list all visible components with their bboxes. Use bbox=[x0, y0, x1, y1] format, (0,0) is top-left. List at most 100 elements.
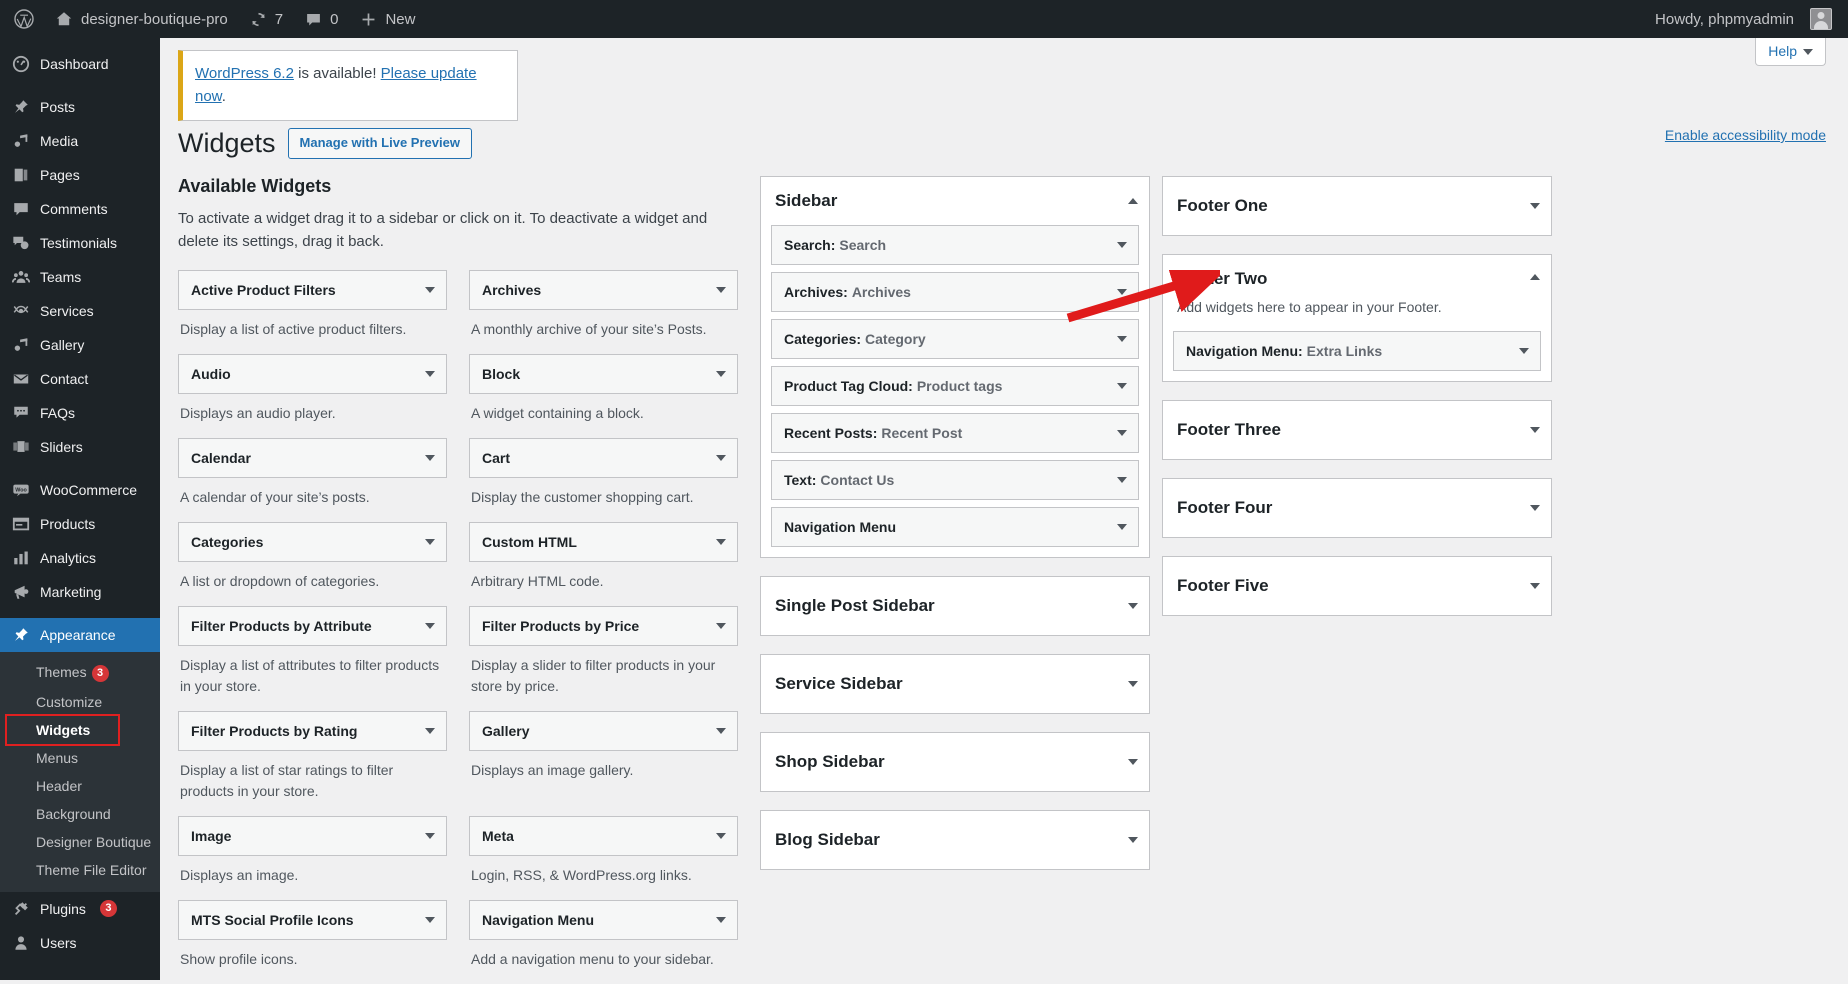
assigned-widget[interactable]: Text: Contact Us bbox=[771, 460, 1139, 501]
widget-area-header[interactable]: Footer Four bbox=[1163, 479, 1551, 537]
available-widget[interactable]: Audio bbox=[178, 353, 447, 394]
available-widget[interactable]: Active Product Filters bbox=[178, 269, 447, 310]
widget-area-header[interactable]: Footer Five bbox=[1163, 557, 1551, 615]
chevron-down-icon[interactable] bbox=[716, 370, 726, 377]
chevron-down-icon[interactable] bbox=[716, 622, 726, 629]
chevron-down-icon[interactable] bbox=[1117, 477, 1127, 484]
chevron-down-icon[interactable] bbox=[716, 727, 726, 734]
available-widget[interactable]: Block bbox=[469, 353, 738, 394]
available-widget[interactable]: MTS Social Profile Icons bbox=[178, 899, 447, 940]
chevron-down-icon[interactable] bbox=[716, 286, 726, 293]
updates-button[interactable]: 7 bbox=[239, 0, 294, 38]
sidebar-item-dashboard[interactable]: Dashboard bbox=[0, 47, 160, 81]
assigned-widget[interactable]: Categories: Category bbox=[771, 319, 1139, 360]
widget-area-header[interactable]: Footer Three bbox=[1163, 401, 1551, 459]
enable-accessibility-mode-link[interactable]: Enable accessibility mode bbox=[1665, 127, 1826, 143]
sidebar-item-header[interactable]: Header bbox=[0, 772, 160, 800]
available-widget[interactable]: Meta bbox=[469, 815, 738, 856]
widget-area-header[interactable]: Service Sidebar bbox=[761, 655, 1149, 713]
widget-area-header[interactable]: Shop Sidebar bbox=[761, 733, 1149, 791]
sidebar-item-services[interactable]: Services bbox=[0, 294, 160, 328]
available-widget[interactable]: Cart bbox=[469, 437, 738, 478]
assigned-widget[interactable]: Search: Search bbox=[771, 225, 1139, 266]
available-widget[interactable]: Gallery bbox=[469, 710, 738, 751]
sidebar-item-woocommerce[interactable]: Woo WooCommerce bbox=[0, 473, 160, 507]
chevron-up-icon[interactable] bbox=[1128, 198, 1138, 205]
available-widget[interactable]: Archives bbox=[469, 269, 738, 310]
sidebar-item-background[interactable]: Background bbox=[0, 800, 160, 828]
sidebar-item-media[interactable]: Media bbox=[0, 124, 160, 158]
chevron-down-icon[interactable] bbox=[425, 538, 435, 545]
sidebar-item-plugins[interactable]: Plugins 3 bbox=[0, 892, 160, 926]
chevron-down-icon[interactable] bbox=[716, 454, 726, 461]
new-content-button[interactable]: New bbox=[349, 0, 426, 38]
chevron-down-icon[interactable] bbox=[1519, 348, 1529, 355]
available-widget[interactable]: Image bbox=[178, 815, 447, 856]
chevron-down-icon[interactable] bbox=[716, 832, 726, 839]
available-widget[interactable]: Navigation Menu bbox=[469, 899, 738, 940]
chevron-down-icon[interactable] bbox=[425, 832, 435, 839]
available-widget[interactable]: Calendar bbox=[178, 437, 447, 478]
manage-with-live-preview-button[interactable]: Manage with Live Preview bbox=[287, 128, 472, 159]
chevron-down-icon[interactable] bbox=[1117, 242, 1127, 249]
chevron-down-icon[interactable] bbox=[1530, 583, 1540, 590]
chevron-down-icon[interactable] bbox=[1128, 603, 1138, 610]
sidebar-item-comments[interactable]: Comments bbox=[0, 192, 160, 226]
sidebar-item-users[interactable]: Users bbox=[0, 926, 160, 960]
widget-area-header[interactable]: Footer One bbox=[1163, 177, 1551, 235]
chevron-down-icon[interactable] bbox=[1128, 759, 1138, 766]
available-widget[interactable]: Filter Products by Price bbox=[469, 605, 738, 646]
chevron-up-icon[interactable] bbox=[1530, 274, 1540, 281]
sidebar-item-widgets[interactable]: Widgets bbox=[0, 713, 160, 746]
wordpress-logo-button[interactable] bbox=[0, 0, 44, 38]
sidebar-item-designer-boutique[interactable]: Designer Boutique bbox=[0, 828, 160, 856]
chevron-down-icon[interactable] bbox=[1117, 336, 1127, 343]
chevron-down-icon[interactable] bbox=[1117, 289, 1127, 296]
sidebar-item-sliders[interactable]: Sliders bbox=[0, 430, 160, 464]
comments-button[interactable]: 0 bbox=[294, 0, 349, 38]
sidebar-item-products[interactable]: Products bbox=[0, 507, 160, 541]
chevron-down-icon[interactable] bbox=[1117, 383, 1127, 390]
wordpress-version-link[interactable]: WordPress 6.2 bbox=[195, 65, 294, 82]
assigned-widget[interactable]: Navigation Menu: Extra Links bbox=[1173, 331, 1541, 372]
chevron-down-icon[interactable] bbox=[425, 370, 435, 377]
help-tab-button[interactable]: Help bbox=[1755, 38, 1826, 66]
sidebar-item-faqs[interactable]: FAQs bbox=[0, 396, 160, 430]
chevron-down-icon[interactable] bbox=[1117, 430, 1127, 437]
widget-area-header[interactable]: Single Post Sidebar bbox=[761, 577, 1149, 635]
sidebar-item-theme-file-editor[interactable]: Theme File Editor bbox=[0, 856, 160, 884]
available-widget[interactable]: Custom HTML bbox=[469, 521, 738, 562]
chevron-down-icon[interactable] bbox=[1117, 524, 1127, 531]
assigned-widget[interactable]: Recent Posts: Recent Post bbox=[771, 413, 1139, 454]
assigned-widget[interactable]: Archives: Archives bbox=[771, 272, 1139, 313]
chevron-down-icon[interactable] bbox=[1128, 681, 1138, 688]
chevron-down-icon[interactable] bbox=[716, 916, 726, 923]
sidebar-item-menus[interactable]: Menus bbox=[0, 744, 160, 772]
widget-area-header[interactable]: Blog Sidebar bbox=[761, 811, 1149, 869]
sidebar-item-marketing[interactable]: Marketing bbox=[0, 575, 160, 609]
sidebar-item-gallery[interactable]: Gallery bbox=[0, 328, 160, 362]
chevron-down-icon[interactable] bbox=[716, 538, 726, 545]
chevron-down-icon[interactable] bbox=[1530, 203, 1540, 210]
sidebar-item-themes[interactable]: Themes 3 bbox=[0, 658, 160, 688]
assigned-widget[interactable]: Navigation Menu bbox=[771, 507, 1139, 548]
chevron-down-icon[interactable] bbox=[425, 622, 435, 629]
sidebar-item-testimonials[interactable]: Testimonials bbox=[0, 226, 160, 260]
chevron-down-icon[interactable] bbox=[425, 916, 435, 923]
sidebar-item-teams[interactable]: Teams bbox=[0, 260, 160, 294]
chevron-down-icon[interactable] bbox=[425, 286, 435, 293]
chevron-down-icon[interactable] bbox=[425, 454, 435, 461]
sidebar-item-pages[interactable]: Pages bbox=[0, 158, 160, 192]
my-account-button[interactable]: Howdy, phpmyadmin bbox=[1644, 0, 1848, 38]
available-widget[interactable]: Filter Products by Attribute bbox=[178, 605, 447, 646]
widget-area-header[interactable]: Sidebar bbox=[761, 177, 1149, 225]
site-name-button[interactable]: designer-boutique-pro bbox=[44, 0, 239, 38]
chevron-down-icon[interactable] bbox=[425, 727, 435, 734]
sidebar-item-contact[interactable]: Contact bbox=[0, 362, 160, 396]
sidebar-item-analytics[interactable]: Analytics bbox=[0, 541, 160, 575]
chevron-down-icon[interactable] bbox=[1530, 505, 1540, 512]
chevron-down-icon[interactable] bbox=[1530, 427, 1540, 434]
available-widget[interactable]: Categories bbox=[178, 521, 447, 562]
chevron-down-icon[interactable] bbox=[1128, 837, 1138, 844]
sidebar-item-appearance[interactable]: Appearance bbox=[0, 618, 160, 652]
